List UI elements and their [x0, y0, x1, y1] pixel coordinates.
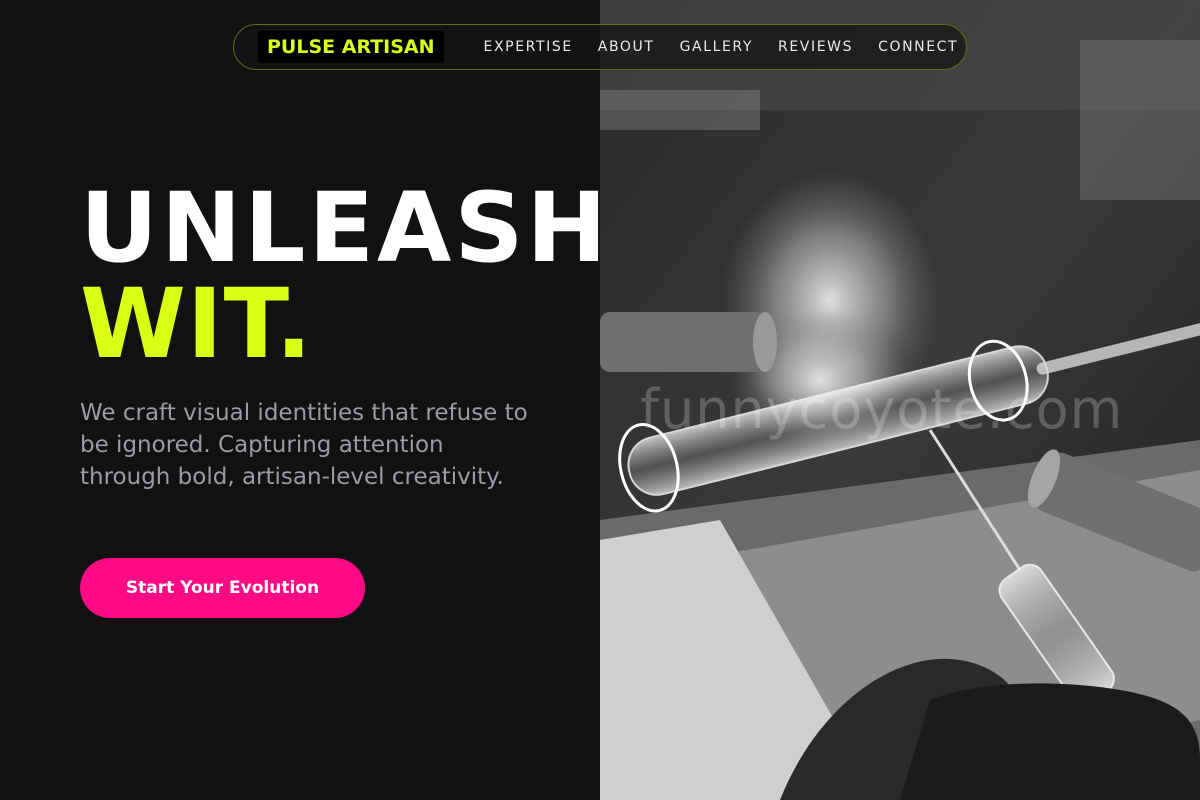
watermark-text: funnycoyote.com — [640, 378, 1124, 441]
start-evolution-button[interactable]: Start Your Evolution — [80, 558, 365, 618]
top-navbar: PULSE ARTISAN EXPERTISE ABOUT GALLERY RE… — [233, 24, 967, 70]
nav-links: EXPERTISE ABOUT GALLERY REVIEWS CONNECT — [484, 39, 959, 55]
brand-logo[interactable]: PULSE ARTISAN — [258, 31, 444, 63]
nav-link-connect[interactable]: CONNECT — [878, 39, 958, 55]
hero-description: We craft visual identities that refuse t… — [80, 400, 528, 490]
hero-title-line-1: UNLEASH — [80, 172, 610, 284]
nav-link-gallery[interactable]: GALLERY — [680, 39, 753, 55]
nav-link-about[interactable]: ABOUT — [598, 39, 655, 55]
nav-link-reviews[interactable]: REVIEWS — [778, 39, 853, 55]
hero-title-line-2: WIT. — [80, 268, 313, 380]
nav-link-expertise[interactable]: EXPERTISE — [484, 39, 573, 55]
